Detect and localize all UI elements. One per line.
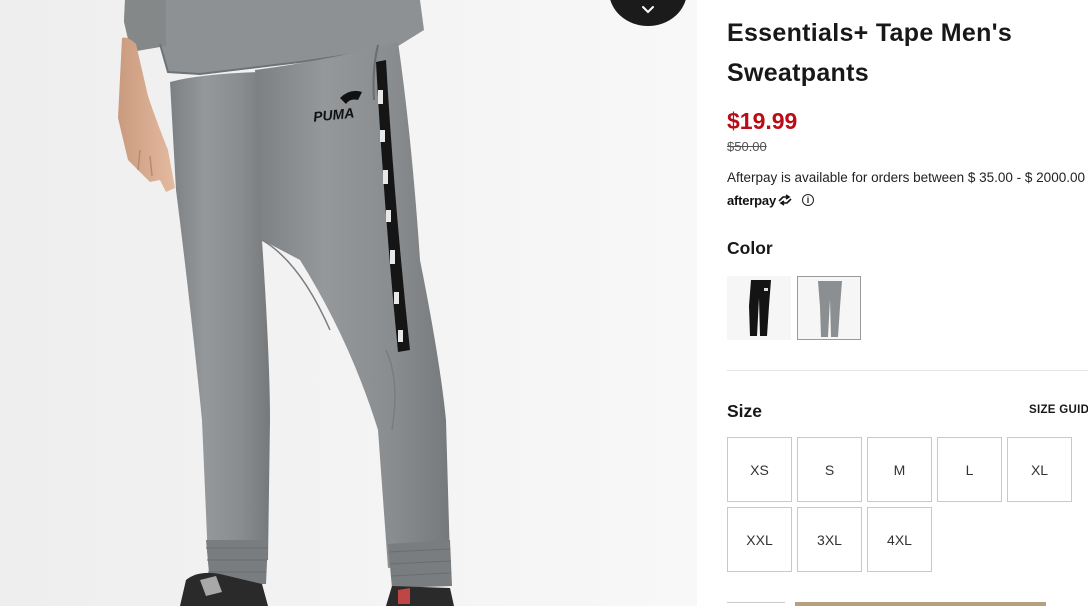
afterpay-logo: afterpay xyxy=(727,192,776,208)
chevron-down-icon xyxy=(642,6,654,14)
color-swatch-black[interactable] xyxy=(727,276,791,340)
afterpay-arrows-icon xyxy=(778,194,792,206)
add-to-cart-button[interactable] xyxy=(795,602,1046,606)
product-details: Essentials+ Tape Men's Sweatpants $19.99… xyxy=(727,0,1088,606)
black-pants-thumbnail xyxy=(749,280,771,336)
sale-price: $19.99 xyxy=(727,108,798,134)
color-swatch-grey[interactable] xyxy=(797,276,861,340)
size-option-4xl[interactable]: 4XL xyxy=(867,507,932,572)
size-option-xxl[interactable]: XXL xyxy=(727,507,792,572)
size-label: Size xyxy=(727,401,763,421)
size-option-3xl[interactable]: 3XL xyxy=(797,507,862,572)
quantity-selector[interactable] xyxy=(727,602,785,606)
info-icon[interactable]: i xyxy=(801,194,814,206)
size-option-m[interactable]: M xyxy=(867,437,932,502)
product-title: Essentials+ Tape Men's Sweatpants xyxy=(727,19,1013,87)
size-option-xs[interactable]: XS xyxy=(727,437,792,502)
size-guide-link[interactable]: SIZE GUIDE xyxy=(1029,404,1088,416)
afterpay-note: Afterpay is available for orders between… xyxy=(727,170,1085,185)
original-price: $50.00 xyxy=(727,139,767,154)
divider xyxy=(727,370,1088,371)
product-image-panel: PUMA xyxy=(0,0,697,606)
size-option-s[interactable]: S xyxy=(797,437,862,502)
afterpay-badge: afterpay i xyxy=(727,191,814,209)
product-photo: PUMA xyxy=(0,0,697,606)
size-option-xl[interactable]: XL xyxy=(1007,437,1072,502)
grey-pants-thumbnail xyxy=(818,281,842,337)
size-option-l[interactable]: L xyxy=(937,437,1002,502)
color-label: Color xyxy=(727,238,773,258)
